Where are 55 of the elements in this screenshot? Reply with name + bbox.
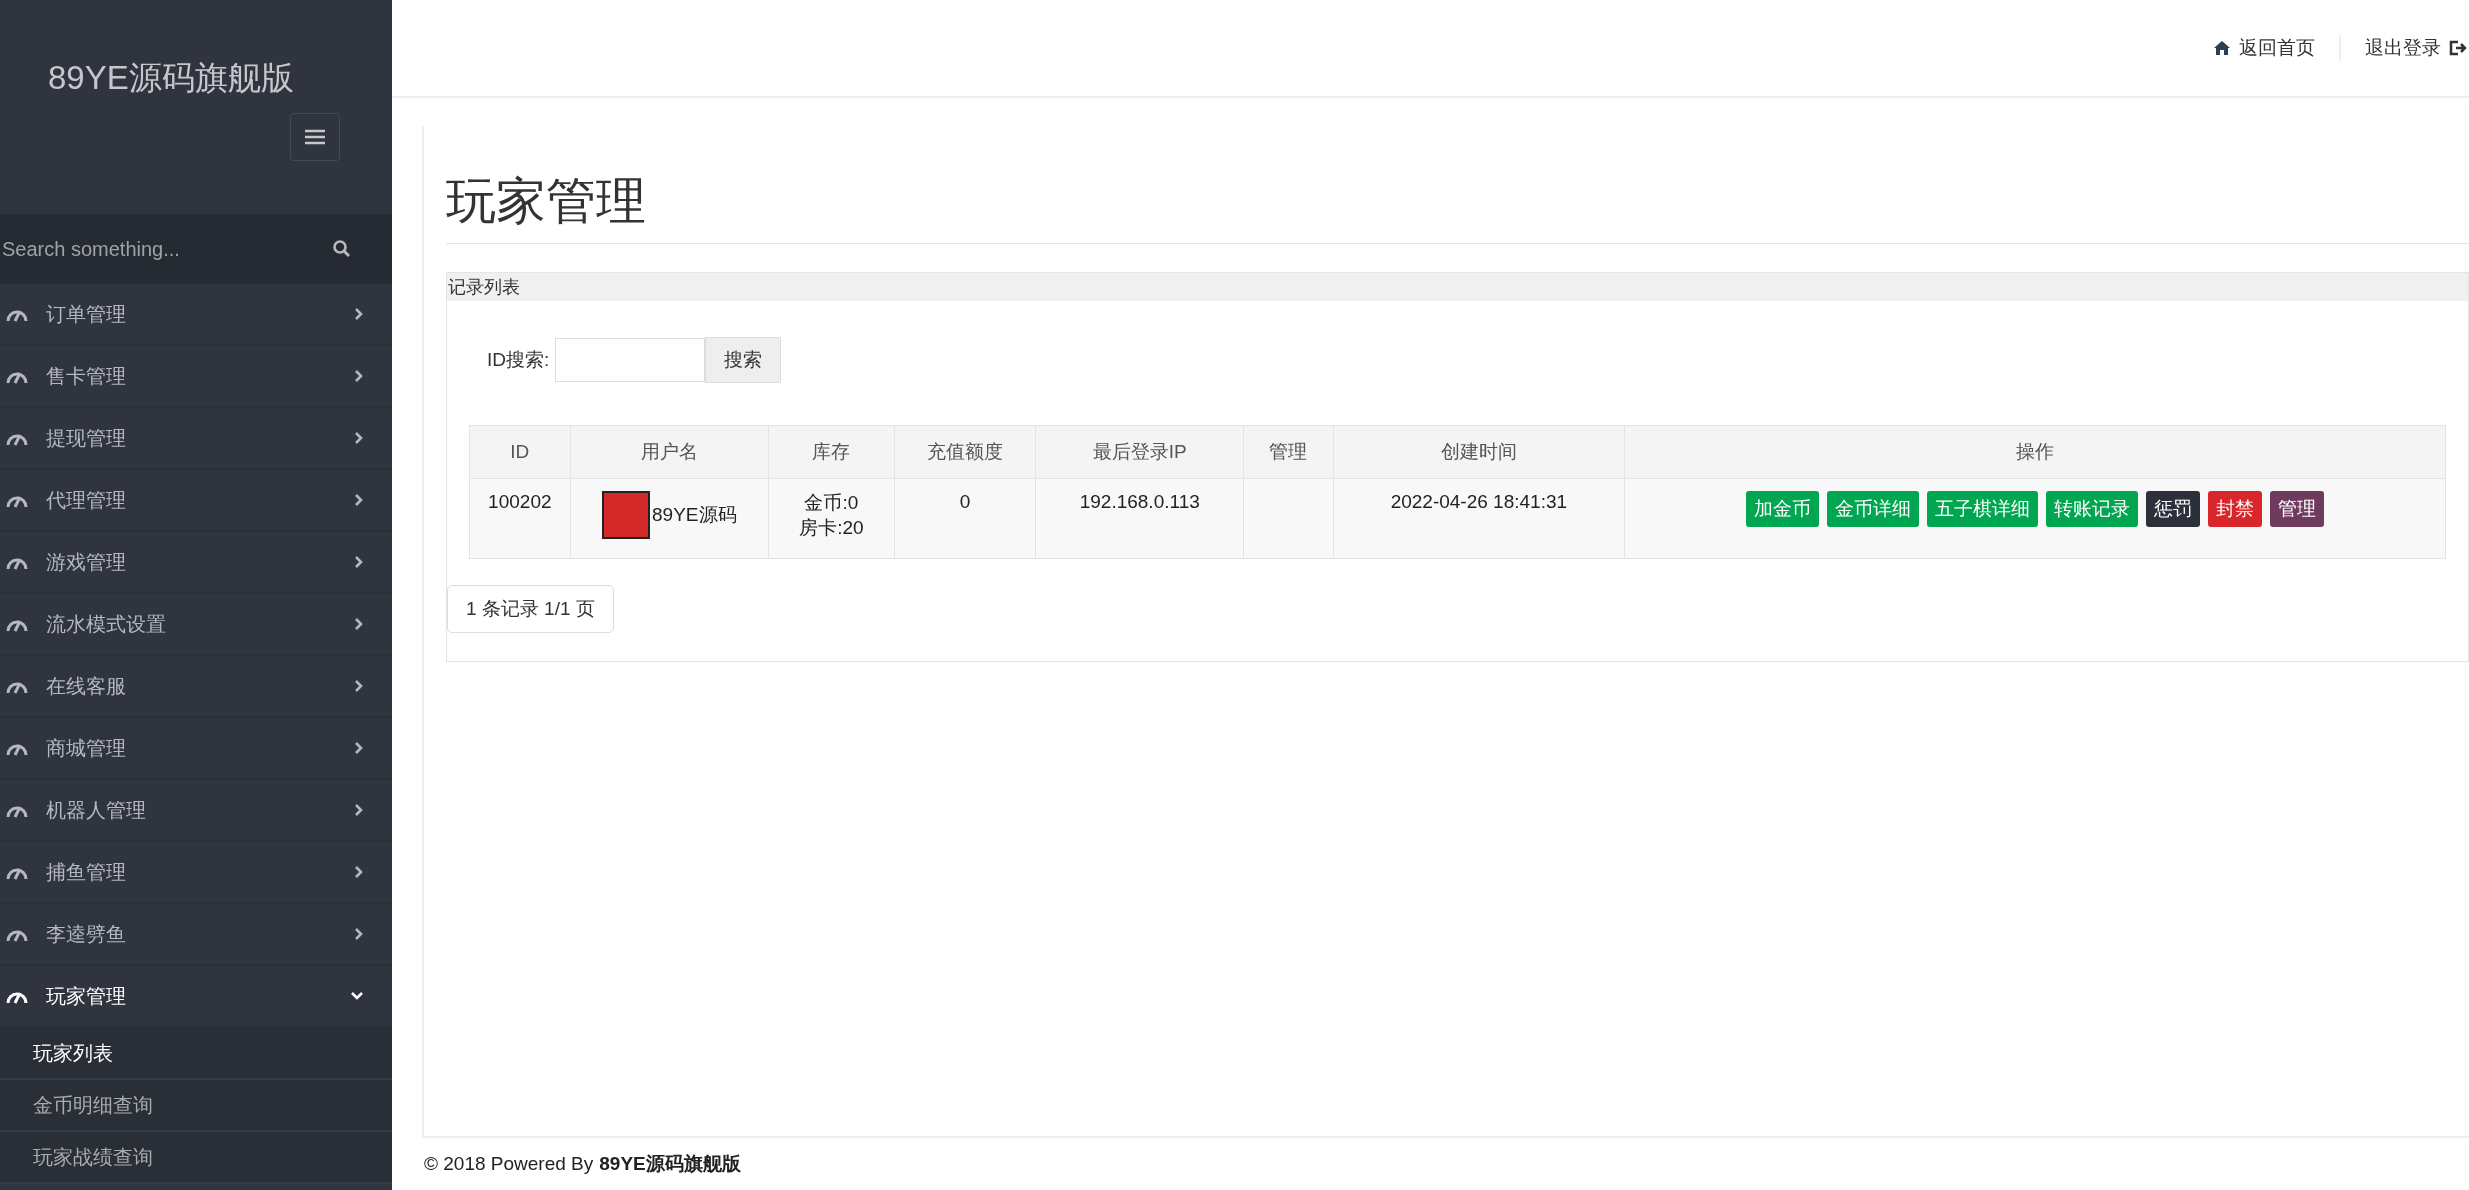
menu-icon — [304, 129, 326, 145]
table-cell: 2022-04-26 18:41:31 — [1333, 478, 1625, 559]
column-header: 用户名 — [570, 425, 769, 479]
footer-text: © 2018 Powered By 89YE源码旗舰版 — [423, 1152, 742, 1176]
sidebar-subitem[interactable]: 金币明细查询 — [0, 1080, 392, 1132]
chevron-right-icon — [354, 927, 364, 941]
sidebar-search[interactable]: Search something... — [0, 214, 392, 284]
action-button[interactable]: 惩罚 — [2146, 491, 2200, 527]
logout-icon — [2449, 40, 2467, 56]
column-header: 库存 — [768, 425, 895, 479]
chevron-right-icon — [354, 555, 364, 569]
chevron-right-icon — [354, 369, 364, 383]
panel-title: 记录列表 — [447, 273, 2468, 301]
table-cell: 192.168.0.113 — [1035, 478, 1244, 559]
home-link[interactable]: 返回首页 — [2189, 35, 2339, 61]
sidebar-subitem[interactable]: 玩家列表 — [0, 1028, 392, 1080]
search-field[interactable]: Search something... — [2, 237, 282, 261]
action-button[interactable]: 加金币 — [1746, 491, 1819, 527]
action-button[interactable]: 管理 — [2270, 491, 2324, 527]
avatar-logo — [602, 491, 651, 539]
action-button[interactable]: 转账记录 — [2046, 491, 2138, 527]
home-icon — [2213, 40, 2231, 56]
column-header: 操作 — [1624, 425, 2446, 479]
action-button[interactable]: 五子棋详细 — [1927, 491, 2038, 527]
stock-text: 房卡:20 — [798, 515, 865, 540]
page-title: 玩家管理 — [446, 126, 2469, 244]
chevron-right-icon — [354, 865, 364, 879]
action-button[interactable]: 封禁 — [2208, 491, 2262, 527]
stock-text: 金币:0 — [803, 491, 860, 515]
column-header: 创建时间 — [1333, 425, 1625, 479]
search-icon — [332, 239, 352, 259]
column-header: ID — [469, 425, 571, 479]
id-search-field[interactable] — [555, 338, 706, 382]
chevron-right-icon — [354, 431, 364, 445]
search-button[interactable]: 搜索 — [705, 337, 782, 383]
chevron-right-icon — [354, 803, 364, 817]
sidebar-subitem[interactable]: 玩家战绩查询 — [0, 1132, 392, 1184]
column-header: 充值额度 — [894, 425, 1036, 479]
logout-link[interactable]: 退出登录 — [2339, 35, 2469, 61]
chevron-right-icon — [354, 617, 364, 631]
pagination-info: 1 条记录 1/1 页 — [447, 585, 614, 633]
username: 89YE源码 — [652, 503, 737, 527]
column-header: 管理 — [1243, 425, 1334, 479]
table-cell: 0 — [894, 478, 1036, 559]
chevron-right-icon — [354, 307, 364, 321]
brand-title: 89YE源码旗舰版 — [48, 58, 295, 98]
chevron-right-icon — [354, 741, 364, 755]
chevron-right-icon — [354, 679, 364, 693]
table-cell: 100202 — [469, 478, 571, 559]
column-header: 最后登录IP — [1035, 425, 1244, 479]
menu-button[interactable] — [290, 113, 340, 161]
action-button[interactable]: 金币详细 — [1827, 491, 1919, 527]
chevron-right-icon — [354, 493, 364, 507]
search-label: ID搜索: — [487, 348, 550, 372]
chevron-down-icon — [350, 991, 364, 1001]
